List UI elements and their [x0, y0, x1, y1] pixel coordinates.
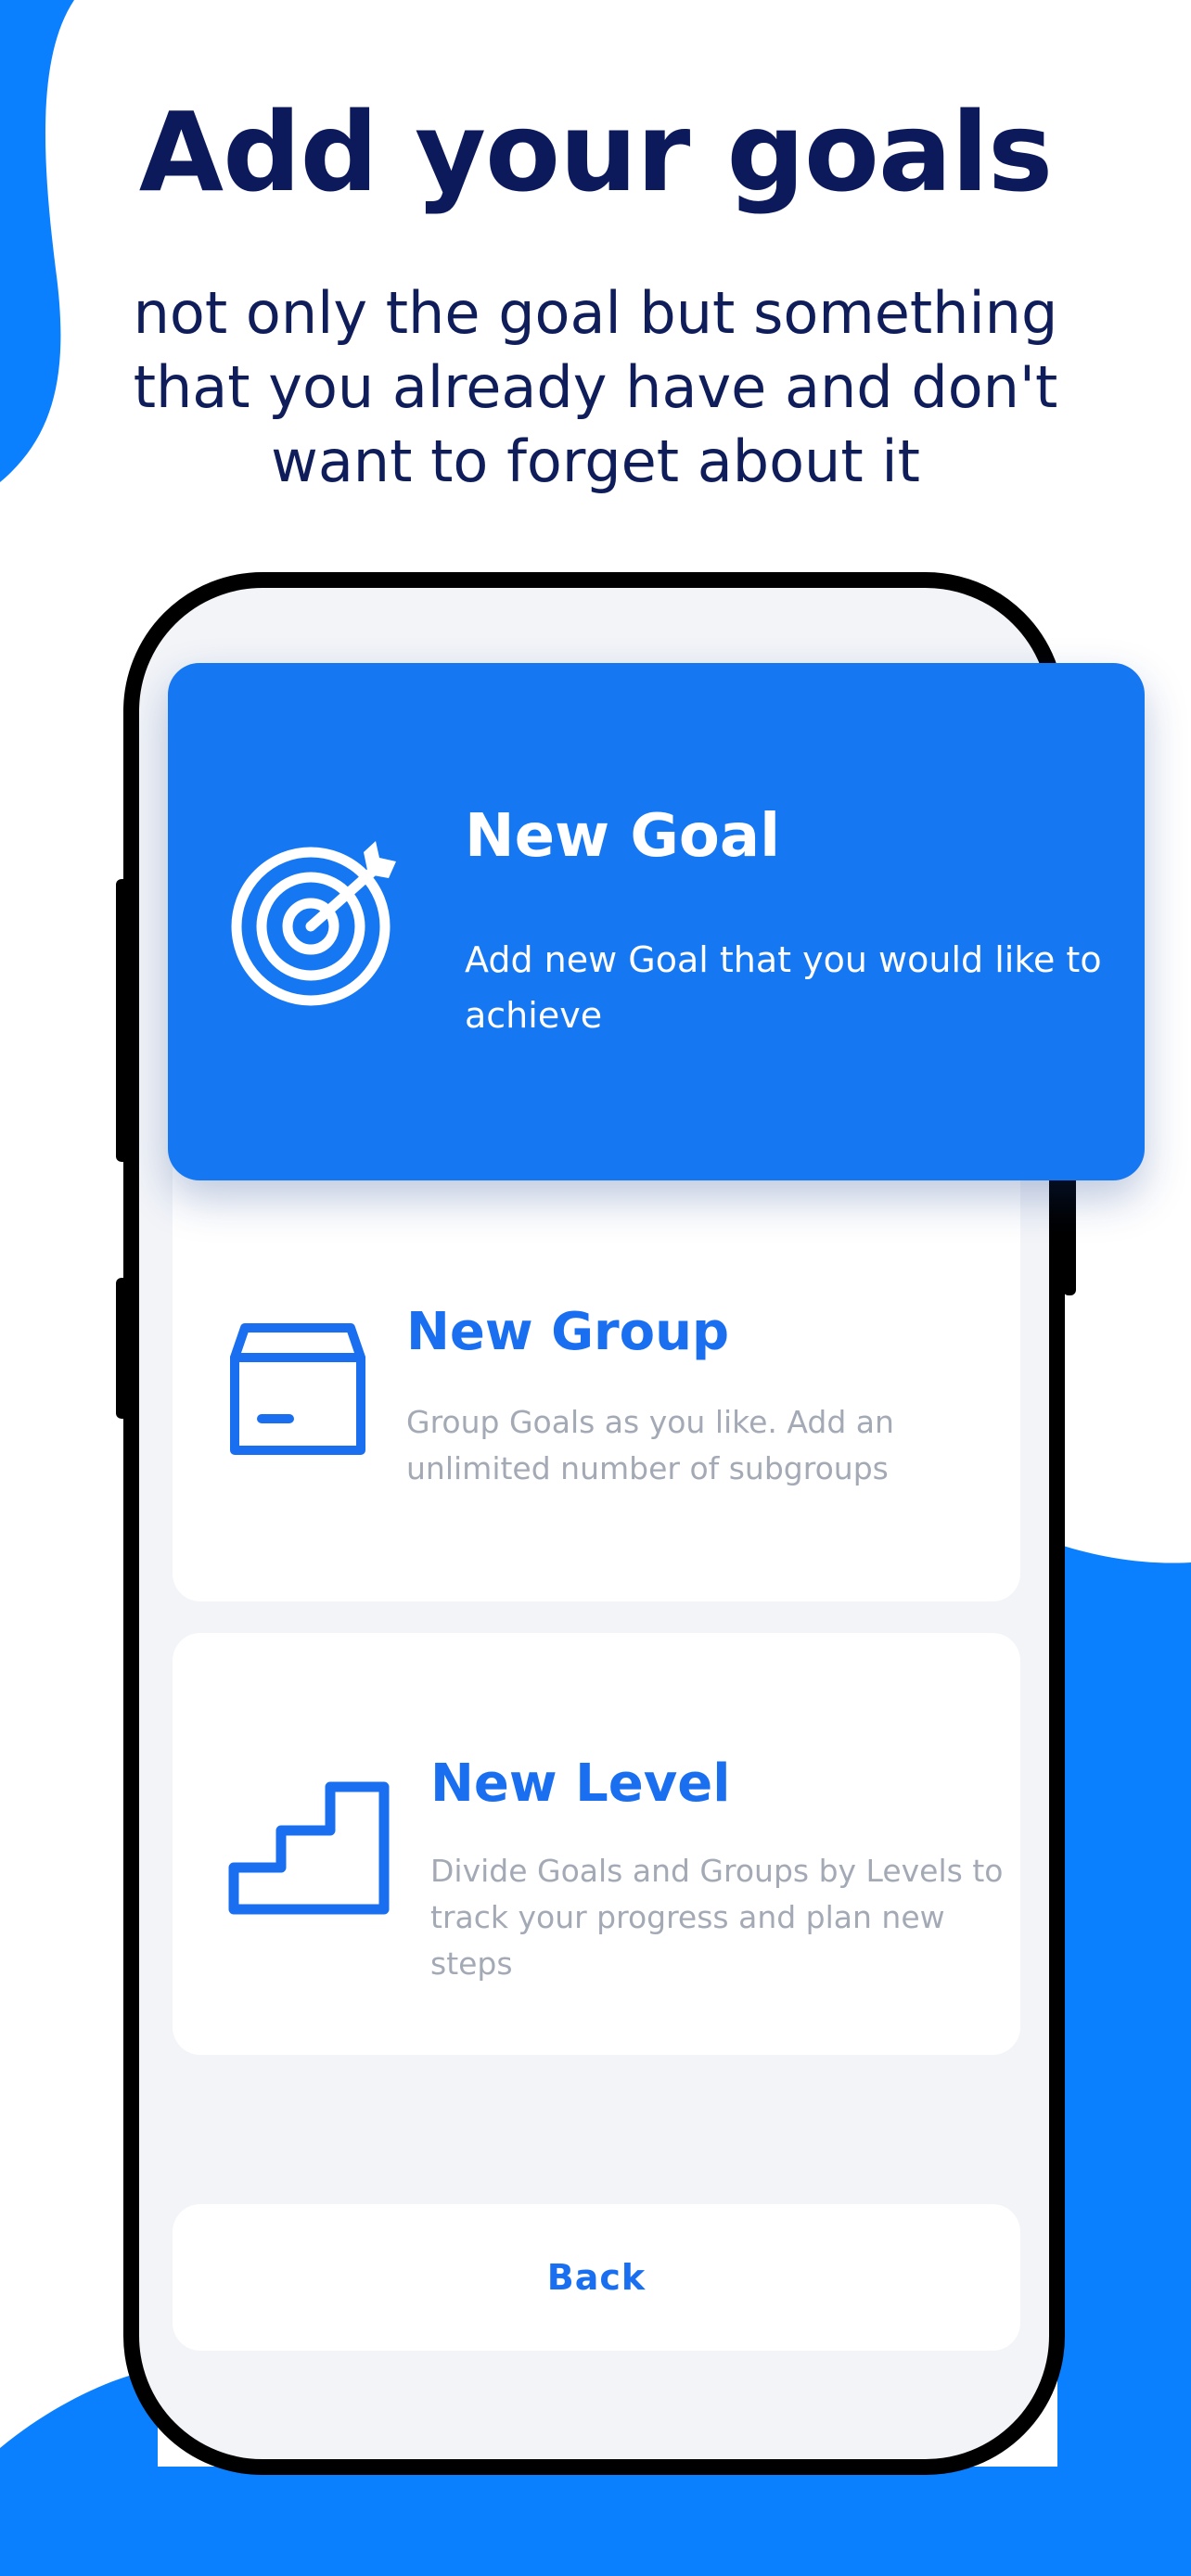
- headline: Add your goals: [138, 88, 1053, 216]
- subtitle-line: not only the goal but something: [133, 279, 1058, 347]
- new-group-title: New Group: [406, 1302, 730, 1362]
- subtitle-line: want to forget about it: [271, 427, 920, 495]
- description-line: Group Goals as you like. Add an: [406, 1404, 894, 1440]
- back-button[interactable]: Back: [173, 2204, 1020, 2351]
- description-line: Divide Goals and Groups by Levels to: [430, 1853, 1004, 1889]
- new-goal-title: New Goal: [465, 802, 780, 871]
- new-group-card[interactable]: New Group Group Goals as you like. Add a…: [173, 1144, 1020, 1601]
- new-goal-card[interactable]: New Goal Add new Goal that you would lik…: [168, 663, 1145, 1180]
- new-level-description: Divide Goals and Groups by Levels to tra…: [430, 1848, 1005, 1987]
- subtitle-line: that you already have and don't: [133, 353, 1058, 421]
- back-button-label: Back: [546, 2257, 647, 2298]
- stairs-icon: [228, 1781, 390, 1915]
- new-level-title: New Level: [430, 1753, 731, 1814]
- target-icon: [231, 841, 396, 1006]
- description-line: unlimited number of subgroups: [406, 1450, 889, 1486]
- new-group-description: Group Goals as you like. Add an unlimite…: [406, 1399, 963, 1492]
- subtitle: not only the goal but something that you…: [130, 276, 1061, 499]
- new-level-card[interactable]: New Level Divide Goals and Groups by Lev…: [173, 1633, 1020, 2055]
- description-line: track your progress and plan new steps: [430, 1899, 945, 1982]
- box-icon: [230, 1323, 365, 1455]
- new-goal-description: Add new Goal that you would like to achi…: [465, 939, 1102, 1036]
- phone-side-button: [1063, 1164, 1076, 1295]
